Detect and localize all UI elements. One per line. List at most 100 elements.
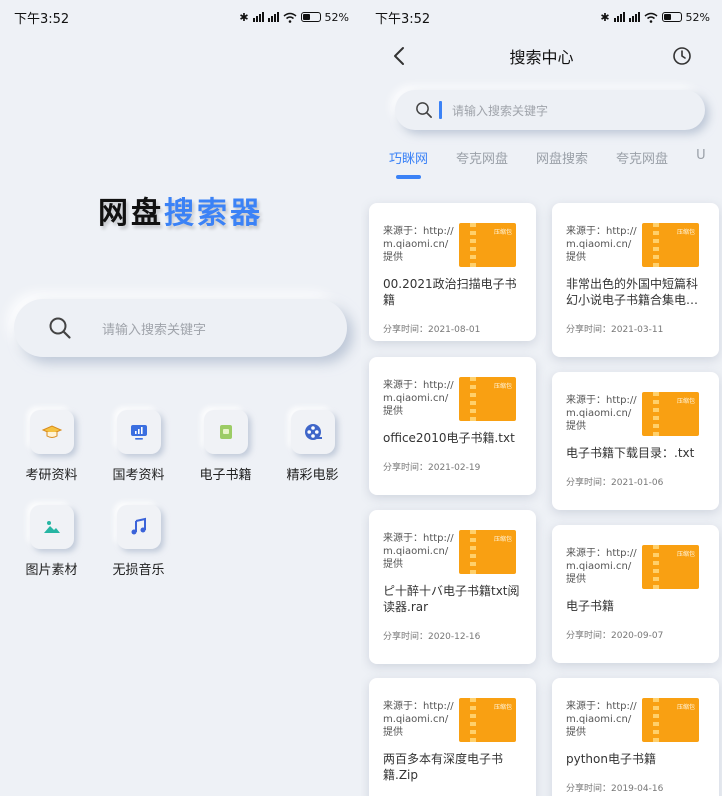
share-date: 分享时间：2020-09-07 — [566, 631, 664, 641]
search-icon — [49, 317, 71, 339]
music-note-icon — [131, 517, 146, 535]
result-title: 非常出色的外国中短篇科幻小说电子书籍合集电子书… — [566, 277, 699, 307]
source-tabs: 巧眯网 夸克网盘 网盘搜索 夸克网盘 U — [361, 148, 722, 184]
status-icons: ✱ 52% — [600, 10, 710, 24]
source-text: 来源于：http://m.qiaomi.cn/提供 — [566, 701, 637, 738]
app-title-part2: 搜索器 — [164, 196, 263, 231]
result-card[interactable]: 来源于：http://m.qiaomi.cn/提供 压缩包 两百多本有深度电子书… — [369, 678, 536, 796]
page-title: 搜索中心 — [509, 48, 574, 67]
status-bar: 下午3:52 ✱ 52% — [0, 0, 361, 34]
source-text: 来源于：http://m.qiaomi.cn/提供 — [566, 548, 637, 585]
category-movies[interactable]: 精彩电影 — [269, 410, 356, 483]
source-text: 来源于：http://m.qiaomi.cn/提供 — [383, 701, 454, 738]
chart-monitor-icon — [130, 425, 147, 440]
category-label: 考研资料 — [25, 468, 78, 483]
status-time: 下午3:52 — [375, 11, 431, 27]
nav-bar: 搜索中心 — [361, 36, 722, 76]
result-title: 00.2021政治扫描电子书籍 — [383, 277, 517, 307]
home-search-bar[interactable]: 请输入搜索关键字 — [14, 299, 347, 357]
signal-icon-2 — [267, 12, 279, 22]
category-label: 国考资料 — [112, 468, 165, 483]
thumb-label: 压缩包 — [676, 398, 695, 405]
archive-thumbnail: 压缩包 — [459, 377, 516, 421]
status-bar: 下午3:52 ✱ 52% — [361, 0, 722, 34]
tab-kuake-2[interactable]: 夸克网盘 — [616, 148, 668, 167]
category-guokao[interactable]: 国考资料 — [95, 410, 182, 483]
archive-thumbnail: 压缩包 — [642, 392, 699, 436]
status-time: 下午3:52 — [14, 11, 70, 27]
result-card[interactable]: 来源于：http://m.qiaomi.cn/提供 压缩包 python电子书籍… — [552, 678, 719, 796]
tab-qiaomi[interactable]: 巧眯网 — [389, 148, 428, 179]
archive-thumbnail: 压缩包 — [459, 530, 516, 574]
source-text: 来源于：http://m.qiaomi.cn/提供 — [566, 395, 637, 432]
source-text: 来源于：http://m.qiaomi.cn/提供 — [383, 533, 454, 570]
tab-u[interactable]: U — [696, 148, 706, 163]
share-date: 分享时间：2020-12-16 — [383, 632, 481, 642]
signal-icon-2 — [628, 12, 640, 22]
archive-thumbnail: 压缩包 — [642, 223, 699, 267]
text-cursor — [439, 101, 442, 119]
result-card[interactable]: 来源于：http://m.qiaomi.cn/提供 压缩包 电子书籍 分享时间：… — [552, 525, 719, 663]
battery-percent: 52 — [324, 10, 339, 24]
result-card[interactable]: 来源于：http://m.qiaomi.cn/提供 压缩包 非常出色的外国中短篇… — [552, 203, 719, 357]
bluetooth-icon: ✱ — [600, 10, 610, 24]
app-title-part1: 网盘 — [98, 196, 164, 231]
result-title: ピ十醉十バ电子书籍txt阅读器.rar — [383, 584, 520, 614]
source-text: 来源于：http://m.qiaomi.cn/提供 — [566, 226, 637, 263]
result-title: 两百多本有深度电子书籍.Zip — [383, 752, 504, 782]
category-label: 电子书籍 — [199, 468, 252, 483]
source-text: 来源于：http://m.qiaomi.cn/提供 — [383, 380, 454, 417]
category-label: 图片素材 — [25, 563, 78, 578]
search-input[interactable]: 请输入搜索关键字 — [395, 90, 705, 130]
category-label: 精彩电影 — [286, 468, 339, 483]
film-reel-icon — [304, 424, 322, 440]
archive-thumbnail: 压缩包 — [642, 698, 699, 742]
thumb-label: 压缩包 — [493, 229, 512, 236]
search-icon — [416, 102, 432, 118]
category-ebooks[interactable]: 电子书籍 — [182, 410, 269, 483]
share-date: 分享时间：2021-01-06 — [566, 478, 664, 488]
share-date: 分享时间：2021-02-19 — [383, 463, 481, 473]
thumb-label: 压缩包 — [493, 536, 512, 543]
battery-percent: 52 — [685, 10, 700, 24]
signal-icon — [613, 12, 625, 22]
archive-thumbnail: 压缩包 — [459, 698, 516, 742]
tab-kuake-1[interactable]: 夸克网盘 — [456, 148, 508, 167]
share-date: 分享时间：2021-08-01 — [383, 325, 481, 335]
battery-icon — [661, 12, 682, 22]
category-images[interactable]: 图片素材 — [8, 505, 95, 578]
thumb-label: 压缩包 — [493, 383, 512, 390]
result-title: 电子书籍 — [566, 599, 615, 613]
archive-thumbnail: 压缩包 — [459, 223, 516, 267]
signal-icon — [252, 12, 264, 22]
result-card[interactable]: 来源于：http://m.qiaomi.cn/提供 压缩包 ピ十醉十バ电子书籍t… — [369, 510, 536, 664]
history-clock-icon[interactable] — [672, 46, 692, 66]
search-center-screen: 下午3:52 ✱ 52% 搜索中心 请输入搜索关键字 巧眯网 夸克网盘 网盘搜索… — [361, 0, 722, 796]
search-placeholder: 请输入搜索关键字 — [452, 103, 549, 118]
category-grid: 考研资料 国考资料 电子书籍 精彩电影 图片素材 无损音乐 — [8, 410, 358, 578]
thumb-label: 压缩包 — [493, 704, 512, 711]
result-title: office2010电子书籍.txt — [383, 431, 515, 445]
wifi-icon — [283, 12, 297, 23]
share-date: 分享时间：2019-04-16 — [566, 784, 664, 794]
result-title: 电子书籍下载目录：.txt — [566, 446, 695, 460]
source-text: 来源于：http://m.qiaomi.cn/提供 — [383, 226, 454, 263]
wifi-icon — [644, 12, 658, 23]
result-card[interactable]: 来源于：http://m.qiaomi.cn/提供 压缩包 office2010… — [369, 357, 536, 495]
graduation-cap-icon — [41, 425, 62, 438]
tab-pan-search[interactable]: 网盘搜索 — [536, 148, 588, 167]
ebook-icon — [219, 425, 232, 439]
result-card[interactable]: 来源于：http://m.qiaomi.cn/提供 压缩包 00.2021政治扫… — [369, 203, 536, 341]
archive-thumbnail: 压缩包 — [642, 545, 699, 589]
app-title: 网盘搜索器 — [0, 188, 361, 232]
home-screen: 下午3:52 ✱ 52% 网盘搜索器 请输入搜索关键字 考研资料 国考资料 电子… — [0, 0, 361, 796]
share-date: 分享时间：2021-03-11 — [566, 325, 664, 335]
battery-icon — [300, 12, 321, 22]
category-label: 无损音乐 — [112, 563, 165, 578]
category-kaoyan[interactable]: 考研资料 — [8, 410, 95, 483]
category-music[interactable]: 无损音乐 — [95, 505, 182, 578]
result-card[interactable]: 来源于：http://m.qiaomi.cn/提供 压缩包 电子书籍下载目录：.… — [552, 372, 719, 510]
thumb-label: 压缩包 — [676, 704, 695, 711]
bluetooth-icon: ✱ — [239, 10, 249, 24]
back-arrow-icon[interactable] — [391, 46, 407, 66]
